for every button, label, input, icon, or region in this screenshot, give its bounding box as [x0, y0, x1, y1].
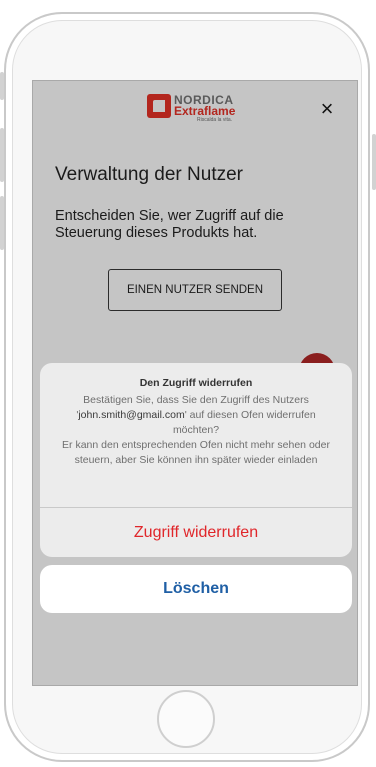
send-user-button[interactable]: EINEN NUTZER SENDEN: [108, 269, 282, 311]
close-icon[interactable]: ×: [317, 98, 337, 120]
app-screen: NORDICA Extraflame Riscalda la vita. × V…: [32, 80, 358, 686]
mute-switch: [0, 72, 4, 100]
brand-mark-icon: [147, 94, 171, 118]
brand-logo: NORDICA Extraflame Riscalda la vita.: [147, 93, 257, 123]
page-description: Entscheiden Sie, wer Zugriff auf die Ste…: [55, 208, 284, 241]
revoke-access-dialog: Den Zugriff widerrufen Bestätigen Sie, d…: [40, 363, 352, 557]
volume-down-button: [0, 196, 4, 250]
dialog-title: Den Zugriff widerrufen: [139, 377, 253, 389]
dialog-message-after: ' auf diesen Ofen widerrufen möchten?: [172, 409, 316, 436]
dialog-message: Bestätigen Sie, dass Sie den Zugriff des…: [58, 393, 334, 468]
page-title: Verwaltung der Nutzer: [55, 164, 243, 185]
dialog-message-line2: Er kann den entsprechenden Ofen nicht me…: [62, 439, 330, 466]
app-header: NORDICA Extraflame Riscalda la vita. ×: [33, 81, 357, 133]
revoke-access-button[interactable]: Zugriff widerrufen: [40, 508, 352, 557]
dialog-user-email: john.smith@gmail.com: [78, 409, 185, 421]
power-button: [372, 134, 376, 190]
logo-brand-main: Extraflame: [174, 104, 236, 118]
logo-tagline: Riscalda la vita.: [197, 117, 233, 123]
volume-up-button: [0, 128, 4, 182]
home-button[interactable]: [157, 690, 215, 748]
cancel-button[interactable]: Löschen: [40, 565, 352, 613]
